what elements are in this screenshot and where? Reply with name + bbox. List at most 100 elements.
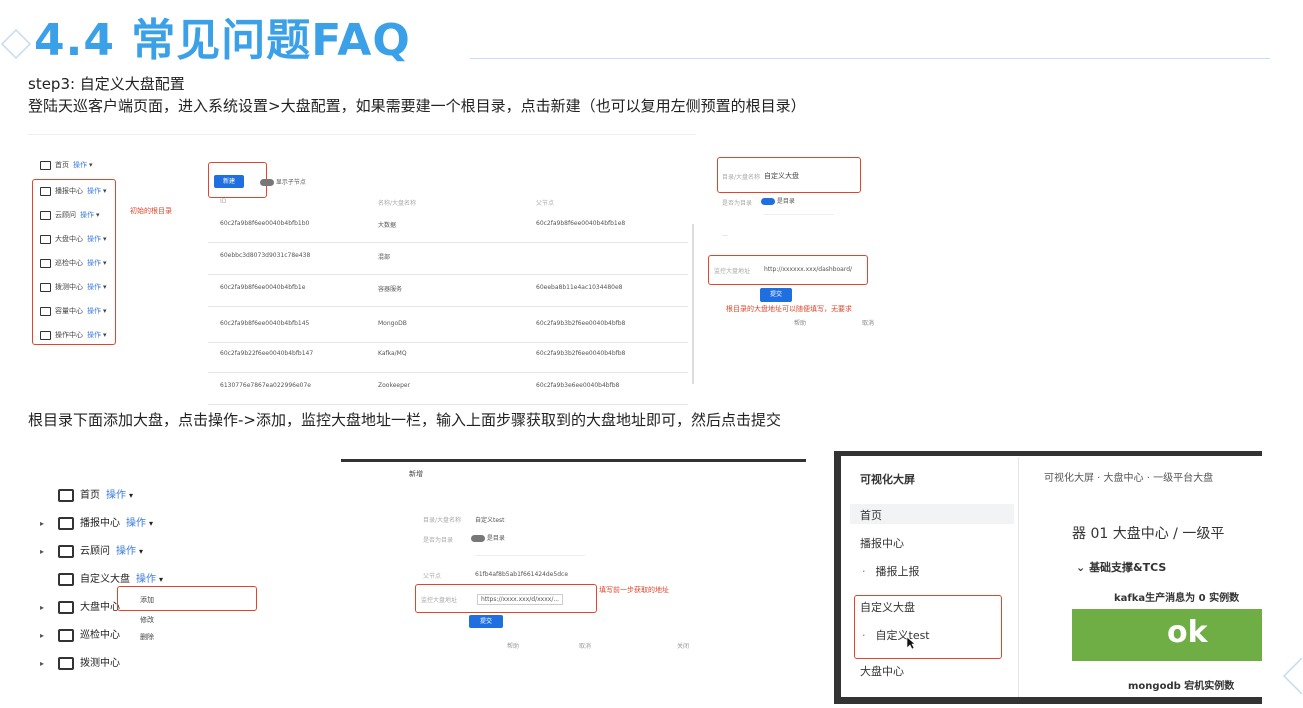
nav-item[interactable]: · 播报上报 — [862, 563, 920, 579]
expand-arrow-icon[interactable]: ▸ — [40, 547, 58, 556]
caret-down-icon: ▾ — [103, 235, 107, 243]
cursor-icon — [906, 635, 916, 654]
sidebar-item[interactable]: ▸ 大盘中心 — [40, 598, 120, 614]
operate-link[interactable]: 操作 — [87, 307, 101, 315]
cancel-link[interactable]: 取消 — [579, 641, 591, 650]
sidebar-item[interactable]: 操作中心 操作 ▾ — [40, 330, 107, 340]
sidebar-item[interactable]: ▸ 播报中心 操作 ▾ — [40, 514, 153, 530]
sidebar-item-label: 云顾问 — [80, 546, 110, 557]
url-field-label: 监控大盘地址 — [421, 597, 458, 604]
dir-toggle[interactable]: 是目录 — [761, 196, 795, 205]
menu-item-delete[interactable]: 删除 — [140, 632, 154, 642]
expand-arrow-icon[interactable]: ▸ — [40, 659, 58, 668]
sidebar-item[interactable]: ▸ 巡检中心 — [40, 626, 120, 642]
sidebar-item[interactable]: 大盘中心 操作 ▾ — [40, 234, 107, 244]
row-divider — [208, 306, 688, 307]
sidebar-divider — [1018, 457, 1019, 697]
submit-button[interactable]: 提交 — [469, 615, 503, 628]
parent-value[interactable]: 61fb4af8b5ab1f661424de5dce — [475, 571, 568, 578]
caret-down-icon: ▾ — [103, 259, 107, 267]
sidebar-item-label: 大盘中心 — [55, 235, 83, 243]
caret-down-icon: ▾ — [103, 331, 107, 339]
sidebar-item-label: 拨测中心 — [55, 283, 83, 291]
breadcrumb[interactable]: 可视化大屏 · 大盘中心 · 一级平台大盘 — [1044, 469, 1213, 484]
chevron-down-icon: ⌄ — [1076, 561, 1086, 574]
screenshot-new-root-form: 目录/大盘名称 自定义大盘 是否为目录 是目录 — 监控大盘地址 http://… — [706, 150, 906, 350]
nav-item-label: 播报上报 — [875, 565, 920, 578]
new-button[interactable]: 新建 — [214, 175, 244, 188]
title-rule — [470, 58, 1270, 59]
screenshot-operate-menu: 首页 操作 ▾ ▸ 播报中心 操作 ▾ ▸ 云顾问 操作 ▾ 自定义大盘 操作 ▾ ▸ 大盘中心 ▸ 巡检中心 ▸ 拨… — [20, 476, 340, 670]
nav-item[interactable]: 播报中心 — [860, 535, 904, 551]
sidebar-item[interactable]: 巡检中心 操作 ▾ — [40, 258, 107, 268]
operate-link[interactable]: 操作 — [73, 161, 87, 169]
sidebar-item[interactable]: ▸ 拨测中心 — [40, 654, 120, 670]
sidebar-item[interactable]: ▸ 云顾问 操作 ▾ — [40, 542, 143, 558]
row-id: 6130776e7867ea022996e07e — [220, 382, 311, 389]
sidebar-item-label: 巡检中心 — [80, 630, 120, 641]
operate-link[interactable]: 操作 — [116, 546, 136, 557]
toggle-switch[interactable] — [761, 198, 775, 205]
section-title: 基础支撑&TCS — [1089, 561, 1167, 574]
expand-arrow-icon[interactable]: ▸ — [40, 631, 58, 640]
caret-down-icon: ▾ — [159, 575, 164, 584]
url-field-label: 监控大盘地址 — [714, 268, 751, 275]
operate-link[interactable]: 操作 — [87, 259, 101, 267]
step-label: step3: 自定义大盘配置 — [28, 75, 185, 93]
section-heading[interactable]: ⌄ 基础支撑&TCS — [1076, 559, 1166, 575]
operate-link[interactable]: 操作 — [87, 187, 101, 195]
operate-link[interactable]: 操作 — [87, 331, 101, 339]
row-name: Kafka/MQ — [378, 350, 407, 357]
col-header-name: 名称/大盘名称 — [378, 200, 417, 207]
screenshot-add-dashboard-form: 新增 目录/大盘名称 自定义test 是否为目录 是目录 父节点 61fb4af… — [341, 459, 806, 664]
show-children-toggle[interactable]: 显示子节点 — [260, 177, 306, 186]
row-name: 大数据 — [378, 222, 397, 229]
row-parent: 60c2fa9b3e6ee0040b4bfb8 — [536, 382, 620, 389]
submit-button[interactable]: 提交 — [760, 288, 792, 302]
expand-arrow-icon[interactable]: ▸ — [40, 603, 58, 612]
metric-title-1: kafka生产消息为 0 实例数 — [1114, 593, 1240, 604]
sidebar-item[interactable]: 拨测中心 操作 ▾ — [40, 282, 107, 292]
dir-toggle[interactable]: 是目录 — [471, 533, 505, 542]
sidebar-item[interactable]: 自定义大盘 操作 ▾ — [40, 570, 163, 586]
sidebar-item[interactable]: 首页 操作 ▾ — [40, 160, 93, 170]
row-divider — [208, 274, 688, 275]
expand-arrow-icon[interactable]: ▸ — [40, 519, 58, 528]
toggle-switch[interactable] — [471, 535, 485, 542]
row-parent: 60c2fa9b3b2f6ee0040b4bfb8 — [536, 320, 626, 327]
sidebar-item[interactable]: 云顾问 操作 ▾ — [40, 210, 100, 220]
operate-link[interactable]: 操作 — [87, 283, 101, 291]
nav-item[interactable]: 大盘中心 — [860, 663, 904, 679]
close-link[interactable]: 关闭 — [677, 641, 689, 650]
name-field-input[interactable]: 自定义test — [475, 515, 505, 524]
caret-down-icon: ▾ — [96, 211, 100, 219]
table-scrollbar[interactable] — [692, 224, 694, 384]
monitor-icon — [40, 160, 51, 170]
name-field-label: 目录/大盘名称 — [722, 174, 761, 181]
name-field-label: 目录/大盘名称 — [423, 517, 462, 524]
sidebar-item-label: 拨测中心 — [80, 658, 120, 669]
window-top-border — [834, 451, 1262, 456]
dir-label: 是否为目录 — [722, 200, 753, 207]
sidebar-item[interactable]: 播报中心 操作 ▾ — [40, 186, 107, 196]
help-link[interactable]: 帮助 — [794, 318, 806, 327]
menu-item-add[interactable]: 添加 — [140, 595, 154, 605]
menu-item-edit[interactable]: 修改 — [140, 615, 154, 625]
operate-link[interactable]: 操作 — [126, 518, 146, 529]
operate-link[interactable]: 操作 — [106, 490, 126, 501]
operate-link[interactable]: 操作 — [80, 211, 94, 219]
name-field-input[interactable]: 自定义大盘 — [764, 171, 799, 181]
url-field-input[interactable]: https://xxxx.xxx/d/xxxx/... — [477, 594, 564, 605]
operate-link[interactable]: 操作 — [136, 574, 156, 585]
sidebar-item[interactable]: 首页 操作 ▾ — [40, 486, 133, 502]
field-underline — [764, 214, 834, 215]
sidebar-item[interactable]: 容量中心 操作 ▾ — [40, 306, 107, 316]
help-link[interactable]: 帮助 — [507, 641, 519, 650]
sidebar-item-label: 首页 — [55, 161, 69, 169]
url-field-input[interactable]: http://xxxxxx.xxx/dashboard/ — [764, 266, 852, 273]
cancel-link[interactable]: 取消 — [862, 318, 874, 327]
operate-link[interactable]: 操作 — [87, 235, 101, 243]
toggle-switch[interactable] — [260, 179, 274, 186]
row-divider — [208, 242, 688, 243]
nav-item[interactable]: 首页 — [860, 507, 882, 523]
